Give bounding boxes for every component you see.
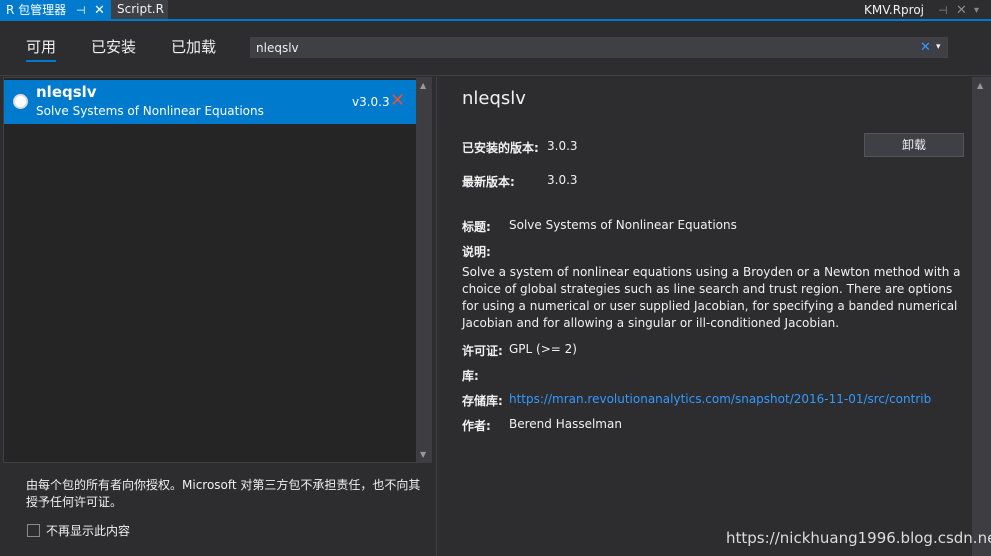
- package-details: nleqslv 已安装的版本: 3.0.3 卸载 最新版本: 3.0.3 标题:…: [437, 77, 972, 556]
- description-label: 说明:: [462, 245, 491, 259]
- latest-version-value: 3.0.3: [547, 173, 578, 187]
- tab-label: R 包管理器: [6, 3, 67, 17]
- repository-label: 存储库:: [462, 394, 503, 408]
- scroll-up-icon[interactable]: ▲: [420, 81, 426, 90]
- radio-button[interactable]: [13, 94, 28, 109]
- close-icon[interactable]: ✕: [956, 0, 967, 21]
- license-label: 许可证:: [462, 344, 503, 358]
- list-item[interactable]: nleqslv Solve Systems of Nonlinear Equat…: [4, 80, 416, 124]
- tab-installed[interactable]: 已安装: [91, 36, 136, 62]
- detail-title: nleqslv: [462, 88, 526, 109]
- search-box: ✕ ▾: [250, 37, 948, 58]
- license-note: 由每个包的所有者向你授权。Microsoft 对第三方包不承担责任，也不向其授予…: [26, 478, 421, 509]
- document-tab-bar: R 包管理器 ⊣ ✕ Script.R KMV.Rproj ⊣ ✕ ▾: [0, 0, 991, 21]
- divider: [0, 75, 991, 76]
- list-scrollbar[interactable]: ▲ ▼: [417, 77, 432, 463]
- tab-loaded[interactable]: 已加载: [171, 36, 216, 62]
- installed-version-value: 3.0.3: [547, 139, 578, 153]
- dont-show-checkbox[interactable]: [27, 524, 40, 537]
- chevron-down-icon[interactable]: ▾: [936, 39, 941, 56]
- package-list: nleqslv Solve Systems of Nonlinear Equat…: [3, 77, 417, 463]
- tab-script-r[interactable]: Script.R: [111, 0, 168, 19]
- package-version: v3.0.3: [352, 95, 390, 109]
- heading-label: 标题:: [462, 220, 491, 234]
- description-text: Solve a system of nonlinear equations us…: [462, 265, 961, 330]
- search-input[interactable]: [256, 38, 896, 57]
- package-description: Solve Systems of Nonlinear Equations: [36, 104, 264, 118]
- tab-label: Script.R: [117, 2, 164, 16]
- clear-icon[interactable]: ✕: [920, 39, 931, 56]
- detail-scrollbar[interactable]: ▲: [972, 77, 991, 556]
- uninstall-button[interactable]: 卸载: [864, 133, 964, 157]
- license-footer: 由每个包的所有者向你授权。Microsoft 对第三方包不承担责任，也不向其授予…: [0, 465, 436, 556]
- tab-available[interactable]: 可用: [26, 36, 57, 62]
- package-name: nleqslv: [36, 83, 97, 101]
- library-label: 库:: [462, 369, 479, 383]
- remove-icon[interactable]: ✕: [390, 90, 405, 111]
- scroll-down-icon[interactable]: ▼: [420, 450, 426, 459]
- tab-label: KMV.Rproj: [864, 3, 924, 17]
- close-icon[interactable]: ✕: [94, 0, 105, 21]
- license-value: GPL (>= 2): [509, 342, 577, 356]
- author-label: 作者:: [462, 419, 491, 433]
- dont-show-label: 不再显示此内容: [46, 524, 131, 538]
- installed-version-label: 已安装的版本:: [462, 141, 539, 155]
- repository-link[interactable]: https://mran.revolutionanalytics.com/sna…: [509, 392, 931, 406]
- tab-r-package-manager[interactable]: R 包管理器 ⊣ ✕: [0, 0, 111, 21]
- tab-kmv-rproj[interactable]: KMV.Rproj ⊣ ✕ ▾: [858, 0, 991, 21]
- pin-icon[interactable]: ⊣: [76, 0, 86, 21]
- heading-value: Solve Systems of Nonlinear Equations: [509, 218, 737, 232]
- latest-version-label: 最新版本:: [462, 175, 515, 189]
- author-value: Berend Hasselman: [509, 417, 622, 431]
- chevron-down-icon[interactable]: ▾: [974, 0, 979, 21]
- pin-icon[interactable]: ⊣: [938, 0, 948, 21]
- watermark: https://nickhuang1996.blog.csdn.net: [726, 529, 991, 547]
- scroll-up-icon[interactable]: ▲: [977, 81, 983, 90]
